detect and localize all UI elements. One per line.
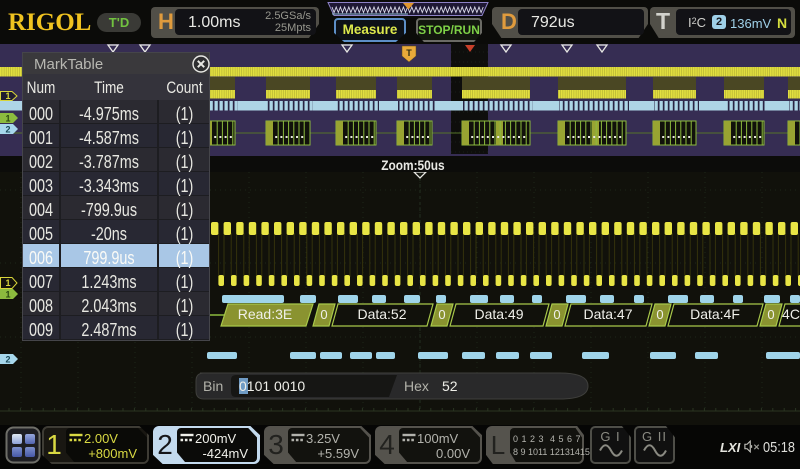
svg-text:4C: 4C <box>782 306 800 322</box>
svg-text:0101 0010: 0101 0010 <box>239 378 305 394</box>
svg-text:52: 52 <box>442 378 458 394</box>
svg-text:0: 0 <box>320 307 327 322</box>
svg-text:Read:3E: Read:3E <box>238 306 292 322</box>
svg-text:2: 2 <box>5 125 10 135</box>
svg-text:1: 1 <box>5 278 10 288</box>
svg-text:Data:47: Data:47 <box>583 306 632 322</box>
svg-text:Data:52: Data:52 <box>357 306 406 322</box>
svg-text:0: 0 <box>767 307 774 322</box>
svg-text:Bin: Bin <box>203 378 223 394</box>
svg-text:0: 0 <box>656 307 663 322</box>
svg-text:1: 1 <box>5 91 10 101</box>
svg-text:Data:49: Data:49 <box>474 306 523 322</box>
svg-text:0: 0 <box>553 307 560 322</box>
svg-text:1: 1 <box>5 114 10 124</box>
svg-text:1: 1 <box>5 290 10 300</box>
svg-text:0: 0 <box>438 307 445 322</box>
svg-text:Hex: Hex <box>404 378 429 394</box>
svg-text:T: T <box>406 48 412 58</box>
svg-text:Data:4F: Data:4F <box>690 306 740 322</box>
svg-text:2: 2 <box>5 355 10 365</box>
